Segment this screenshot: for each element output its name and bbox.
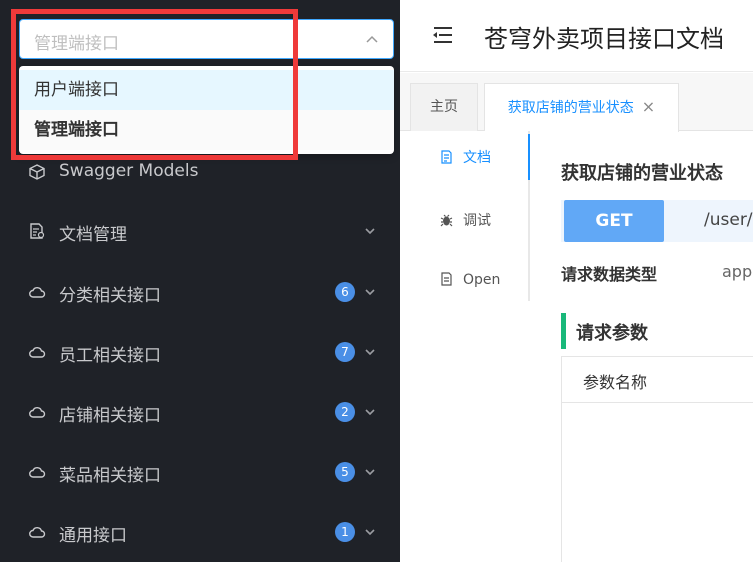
page-icon: [441, 272, 452, 286]
request-line: GET /user/s: [561, 200, 753, 242]
sidebar: Swagger Models 文档管理 分类相关接口 6 员工相关接口 7 店铺…: [0, 0, 400, 562]
chevron-up-icon: [366, 35, 378, 43]
side-tab-doc[interactable]: 文档: [440, 147, 491, 167]
chevron-down-icon: [365, 409, 375, 416]
params-table-header: 参数名称: [562, 357, 753, 403]
close-icon[interactable]: ×: [642, 84, 655, 130]
tab-label: 主页: [430, 99, 458, 115]
side-tab-label: 调试: [463, 213, 491, 229]
section-accent-bar: [561, 313, 566, 349]
request-path: /user/s: [704, 210, 753, 230]
sidebar-item-label: 店铺相关接口: [59, 406, 161, 426]
side-tab-label: Open: [463, 272, 501, 288]
api-title: 获取店铺的营业状态: [561, 163, 723, 184]
tab-home[interactable]: 主页: [410, 83, 478, 131]
side-tab-label: 文档: [463, 150, 491, 166]
api-group-dropdown: 用户端接口 管理端接口: [19, 66, 394, 154]
count-badge: 6: [335, 282, 355, 302]
column-header-param-name: 参数名称: [583, 373, 648, 392]
sidebar-item-doc-management[interactable]: 文档管理: [0, 211, 400, 251]
document-settings-icon: [30, 223, 45, 239]
sidebar-item-label: 文档管理: [59, 225, 127, 245]
params-section-title: 请求参数: [576, 323, 648, 344]
sidebar-item-label: 菜品相关接口: [59, 466, 161, 486]
cloud-icon: [29, 467, 46, 478]
count-badge: 2: [335, 402, 355, 422]
cloud-icon: [29, 347, 46, 358]
request-type-value: appl: [722, 262, 753, 281]
request-type-label: 请求数据类型: [561, 265, 658, 284]
cube-icon: [29, 164, 45, 180]
sidebar-item-label: 分类相关接口: [59, 286, 161, 306]
side-tab-active-indicator: [528, 134, 530, 180]
tab-get-shop-status[interactable]: 获取店铺的营业状态 ×: [484, 83, 679, 132]
sidebar-item-label: 员工相关接口: [59, 346, 161, 366]
menu-fold-icon[interactable]: [430, 25, 454, 45]
dropdown-option-admin-api[interactable]: 管理端接口: [19, 110, 394, 150]
cloud-icon: [29, 407, 46, 418]
count-badge: 5: [335, 462, 355, 482]
sidebar-item-dish[interactable]: 菜品相关接口 5: [0, 452, 400, 492]
count-badge: 1: [335, 522, 355, 542]
api-group-select-value: 管理端接口: [34, 34, 119, 54]
sidebar-item-employee[interactable]: 员工相关接口 7: [0, 332, 400, 372]
bug-icon: [440, 214, 453, 227]
params-table: 参数名称: [561, 356, 753, 562]
chevron-down-icon: [365, 289, 375, 296]
sidebar-item-swagger-models[interactable]: Swagger Models: [0, 152, 400, 192]
sidebar-item-label: 通用接口: [59, 526, 127, 546]
sidebar-item-category[interactable]: 分类相关接口 6: [0, 272, 400, 312]
doc-content: 获取店铺的营业状态 GET /user/s 请求数据类型 appl 请求参数 参…: [540, 131, 753, 562]
chevron-down-icon: [365, 228, 375, 235]
chevron-down-icon: [365, 469, 375, 476]
cloud-icon: [29, 287, 46, 298]
top-header: 苍穹外卖项目接口文档: [400, 0, 753, 72]
side-tab-debug[interactable]: 调试: [440, 210, 491, 230]
tab-bar: 主页 获取店铺的营业状态 ×: [400, 73, 753, 132]
sidebar-item-label: Swagger Models: [59, 161, 199, 181]
page-title: 苍穹外卖项目接口文档: [484, 25, 724, 53]
file-icon: [441, 150, 452, 164]
chevron-down-icon: [365, 349, 375, 356]
side-tab-open[interactable]: Open: [440, 272, 500, 288]
http-method-badge: GET: [564, 200, 664, 242]
tab-label: 获取店铺的营业状态: [507, 100, 634, 116]
sidebar-item-shop[interactable]: 店铺相关接口 2: [0, 392, 400, 432]
cloud-icon: [29, 527, 46, 538]
chevron-down-icon: [365, 529, 375, 536]
sidebar-item-common[interactable]: 通用接口 1: [0, 512, 400, 552]
count-badge: 7: [335, 342, 355, 362]
doc-side-tabs: 文档 调试 Open: [400, 131, 530, 562]
dropdown-option-user-api[interactable]: 用户端接口: [19, 70, 394, 110]
api-group-select[interactable]: 管理端接口: [19, 19, 394, 59]
